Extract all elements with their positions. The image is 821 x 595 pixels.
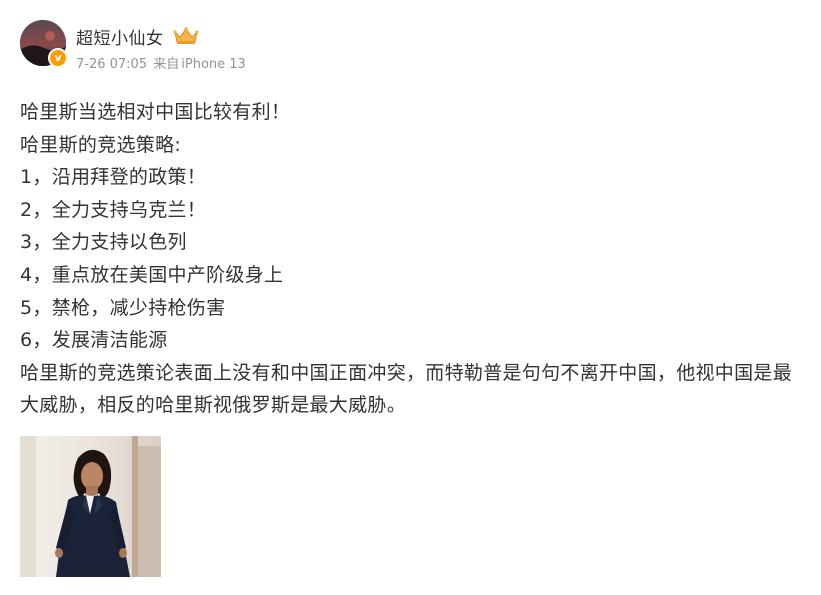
content-line: 3，全力支持以色列 <box>20 231 187 254</box>
content-paragraph: 哈里斯的竞选策论表面上没有和中国正面冲突，而特勒普是句句不离开中国，他视中国是最… <box>20 361 793 417</box>
verified-badge-icon: v <box>48 48 68 68</box>
content-line: 1，沿用拜登的政策！ <box>20 166 207 189</box>
author-name[interactable]: 超短小仙女 <box>76 24 164 49</box>
content-line: 2，全力支持乌克兰！ <box>20 198 207 221</box>
content-line: 4，重点放在美国中产阶级身上 <box>20 263 284 286</box>
author-name-row: 超短小仙女 <box>76 23 200 49</box>
source-prefix: 来自 <box>153 57 180 72</box>
content-line: 5，禁枪，减少持枪伤害 <box>20 296 226 319</box>
content-line: 哈里斯的竞选策略: <box>20 133 182 156</box>
post-image[interactable] <box>20 436 161 577</box>
weibo-post: v 超短小仙女 7-26 07:05 来自 iPhone 13 哈里斯当选相对中国… <box>0 0 821 595</box>
post-meta: 7-26 07:05 来自 iPhone 13 <box>76 53 248 72</box>
post-source: iPhone 13 <box>181 57 246 72</box>
post-time[interactable]: 7-26 07:05 <box>76 57 147 72</box>
post-header: v 超短小仙女 7-26 07:05 来自 iPhone 13 <box>20 16 720 72</box>
author-avatar[interactable]: v <box>20 20 68 68</box>
photo-thumbnail <box>20 436 161 577</box>
content-line: 6，发展清洁能源 <box>20 329 168 352</box>
content-line: 哈里斯当选相对中国比较有利！ <box>20 101 291 123</box>
crown-icon[interactable] <box>172 26 200 46</box>
post-content: 哈里斯当选相对中国比较有利！ 哈里斯的竞选策略: 1，沿用拜登的政策！ 2，全力… <box>20 96 810 422</box>
